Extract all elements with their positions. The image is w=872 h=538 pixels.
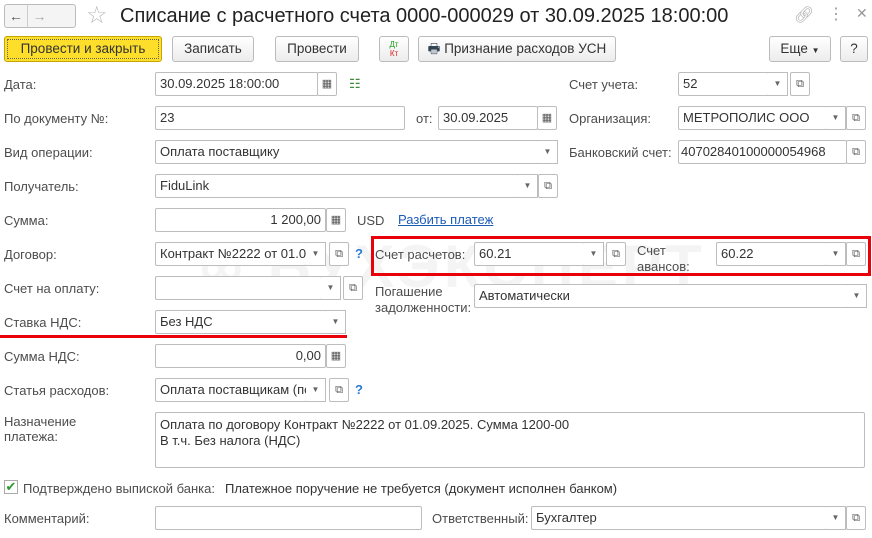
split-payment-link[interactable]: Разбить платеж [398, 212, 493, 227]
open-icon[interactable]: ⧉ [538, 174, 558, 198]
open-icon[interactable]: ⧉ [329, 378, 349, 402]
sum-label: Сумма: [4, 213, 49, 228]
open-icon[interactable]: ⧉ [329, 242, 349, 266]
advance-account-label: Счет авансов: [637, 243, 690, 274]
responsible-label: Ответственный: [432, 511, 529, 526]
usn-label: Признание расходов УСН [444, 41, 607, 56]
confirmed-checkbox[interactable]: ✔ [4, 480, 18, 494]
operation-label: Вид операции: [4, 145, 93, 160]
open-icon[interactable]: ⧉ [343, 276, 363, 300]
calendar-icon[interactable]: ▦ [537, 106, 557, 130]
contract-label: Договор: [4, 247, 57, 262]
org-input[interactable]: МЕТРОПОЛИС ООО [678, 106, 827, 130]
close-icon[interactable]: ✕ [856, 5, 868, 22]
advance-account-input[interactable]: 60.22 [716, 242, 827, 266]
highlight-underline [0, 335, 347, 338]
doc-status-icon[interactable]: ☷ [349, 76, 361, 92]
comment-label: Комментарий: [4, 511, 90, 526]
more-button[interactable]: Еще ▼ [769, 36, 831, 62]
favorite-star-icon[interactable]: ☆ [86, 1, 108, 30]
open-icon[interactable]: ⧉ [846, 140, 866, 164]
vat-sum-input[interactable]: 0,00 [155, 344, 326, 368]
purpose-line: В т.ч. Без налога (НДС) [160, 433, 301, 448]
open-icon[interactable]: ⧉ [606, 242, 626, 266]
invoice-label: Счет на оплату: [4, 281, 100, 296]
docnum-label: По документу №: [4, 111, 109, 126]
chevron-down-icon[interactable]: ▼ [768, 72, 788, 96]
recipient-input[interactable]: FiduLink [155, 174, 519, 198]
settlement-account-input[interactable]: 60.21 [474, 242, 585, 266]
vat-sum-label: Сумма НДС: [4, 349, 80, 364]
post-and-close-button[interactable]: Провести и закрыть [4, 36, 162, 62]
confirmed-label: Подтверждено выпиской банка: [23, 481, 215, 496]
vat-rate-label: Ставка НДС: [4, 315, 82, 330]
help-icon[interactable]: ? [355, 382, 363, 397]
usn-expense-button[interactable]: 🖶︎ Признание расходов УСН [418, 36, 616, 62]
operation-select[interactable]: Оплата поставщику [155, 140, 539, 164]
docnum-input[interactable]: 23 [155, 106, 405, 130]
bank-account-input[interactable]: 40702840100000054968 [678, 140, 847, 164]
open-icon[interactable]: ⧉ [790, 72, 810, 96]
kt-label: Кт [389, 49, 399, 58]
date-input[interactable]: 30.09.2025 18:00:00 [155, 72, 318, 96]
responsible-input[interactable]: Бухгалтер [531, 506, 827, 530]
chevron-down-icon[interactable]: ▼ [306, 378, 326, 402]
comment-input[interactable] [155, 506, 422, 530]
link-icon[interactable]: 🔗︎ [794, 5, 814, 25]
open-icon[interactable]: ⧉ [846, 106, 866, 130]
contract-input[interactable]: Контракт №2222 от 01.09 [155, 242, 307, 266]
recipient-label: Получатель: [4, 179, 79, 194]
page-title: Списание с расчетного счета 0000-000029 … [120, 5, 729, 27]
chevron-down-icon[interactable]: ▼ [826, 106, 846, 130]
chevron-down-icon[interactable]: ▼ [326, 310, 346, 334]
open-icon[interactable]: ⧉ [846, 242, 866, 266]
chevron-down-icon[interactable]: ▼ [826, 506, 846, 530]
chevron-down-icon[interactable]: ▼ [584, 242, 604, 266]
invoice-input[interactable] [155, 276, 322, 300]
from-date-input[interactable]: 30.09.2025 [438, 106, 538, 130]
sum-input[interactable]: 1 200,00 [155, 208, 326, 232]
purpose-label: Назначение платежа: [4, 414, 77, 444]
open-icon[interactable]: ⧉ [846, 506, 866, 530]
back-button[interactable]: ← [5, 5, 27, 27]
expense-label: Статья расходов: [4, 383, 110, 398]
chevron-down-icon[interactable]: ▼ [826, 242, 846, 266]
dt-kt-button[interactable]: Дт Кт [379, 36, 409, 62]
post-button[interactable]: Провести [275, 36, 359, 62]
more-vert-icon[interactable]: ⋮ [828, 4, 844, 24]
bank-account-label: Банковский счет: [569, 145, 672, 160]
chevron-down-icon[interactable]: ▼ [518, 174, 538, 198]
expense-input[interactable]: Оплата поставщикам (по [155, 378, 307, 402]
forward-button[interactable]: → [27, 5, 51, 27]
org-label: Организация: [569, 111, 652, 126]
from-label: от: [416, 111, 433, 126]
vat-rate-select[interactable]: Без НДС [155, 310, 327, 334]
account-input[interactable]: 52 [678, 72, 769, 96]
purpose-line: Оплата по договору Контракт №2222 от 01.… [160, 417, 570, 432]
help-icon[interactable]: ? [355, 246, 363, 261]
nav-buttons: ← → [4, 4, 76, 28]
repayment-label: Погашение задолженности: [375, 284, 472, 315]
calendar-icon[interactable]: ▦ [317, 72, 337, 96]
account-label: Счет учета: [569, 77, 639, 92]
date-label: Дата: [4, 77, 37, 92]
chevron-down-icon[interactable]: ▼ [306, 242, 326, 266]
more-label: Еще [780, 41, 808, 56]
confirmed-note: Платежное поручение не требуется (докуме… [225, 481, 618, 496]
chevron-down-icon[interactable]: ▼ [538, 140, 558, 164]
settlement-account-label: Счет расчетов: [375, 247, 466, 262]
help-button[interactable]: ? [840, 36, 868, 62]
calculator-icon[interactable]: ▦ [326, 344, 346, 368]
chevron-down-icon[interactable]: ▼ [321, 276, 341, 300]
currency-label: USD [357, 213, 385, 228]
purpose-textarea[interactable]: Оплата по договору Контракт №2222 от 01.… [155, 412, 865, 468]
dt-label: Дт [389, 40, 399, 49]
printer-icon: 🖶︎ [427, 41, 441, 56]
calculator-icon[interactable]: ▦ [326, 208, 346, 232]
repayment-select[interactable]: Автоматически [474, 284, 848, 308]
save-button[interactable]: Записать [172, 36, 254, 62]
chevron-down-icon[interactable]: ▼ [847, 284, 867, 308]
